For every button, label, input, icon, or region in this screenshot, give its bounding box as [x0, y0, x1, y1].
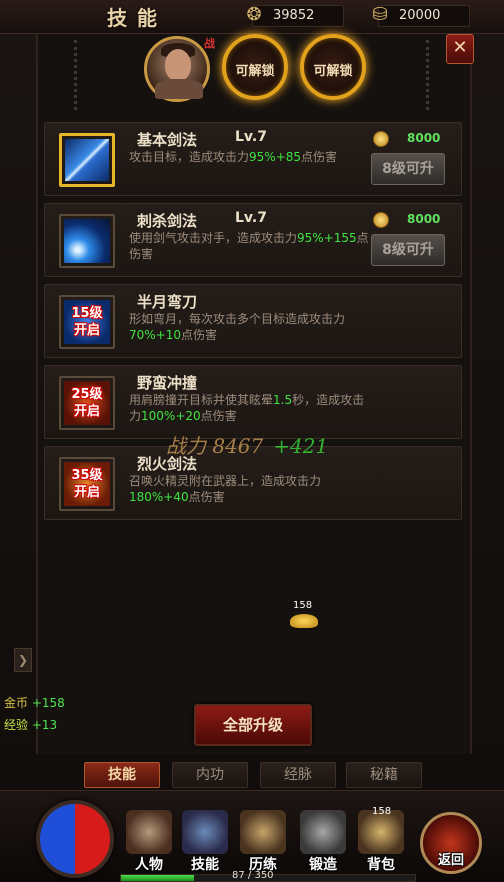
skill-cost: 8000 [407, 212, 441, 226]
savage-charge-icon[interactable]: 25级 开启 [59, 376, 115, 430]
anvil-icon [300, 810, 346, 854]
upgrade-all-button[interactable]: 全部升级 [194, 704, 312, 746]
top-bar: 技能 ❂ 39852 ⛁ 20000 [0, 0, 504, 34]
close-icon: ✕ [452, 37, 468, 58]
nav-skills[interactable]: 技能 [178, 810, 232, 876]
skill-level: Lv.7 [235, 129, 267, 145]
coin-icon [373, 212, 389, 228]
skill-name: 基本剑法 [137, 131, 198, 149]
upgrade-button[interactable]: 8级可升 [371, 234, 445, 266]
skill-row-basic-sword[interactable]: 基本剑法 Lv.7 攻击目标，造成攻击力95%+85点伤害 8000 8级可升 [44, 122, 462, 196]
return-button[interactable]: 返回 [420, 812, 482, 874]
nav-training[interactable]: 历练 [236, 810, 290, 876]
skill-name: 刺杀剑法 [137, 212, 198, 230]
skill-tabs: 技能 内功 经脉 秘籍 [84, 762, 424, 790]
nav-forge[interactable]: 锻造 [296, 810, 350, 876]
exp-text: 87 / 350 [232, 870, 274, 881]
chain-right [426, 40, 434, 110]
chain-left [74, 40, 82, 110]
character-icon [126, 810, 172, 854]
unlock-slot-1[interactable]: 可解锁 [222, 34, 288, 100]
skill-desc: 使用剑气攻击对手，造成攻击力95%+155点伤害 [129, 231, 369, 261]
character-avatar[interactable]: 战 [144, 36, 215, 102]
flame-sword-icon[interactable]: 35级 开启 [59, 457, 115, 511]
skill-row-half-moon[interactable]: 15级 开启 半月弯刀 形如弯月，每次攻击多个目标造成攻击力70%+10点伤害 [44, 284, 462, 358]
tab-inner-power[interactable]: 内功 [172, 762, 248, 788]
gold-coin-icon: ❂ [246, 4, 262, 25]
skill-level: Lv.7 [235, 210, 267, 226]
skill-desc: 形如弯月，每次攻击多个目标造成攻击力70%+10点伤害 [129, 312, 346, 342]
skill-row-assassin-sword[interactable]: 刺杀剑法 Lv.7 使用剑气攻击对手，造成攻击力95%+155点伤害 8000 … [44, 203, 462, 277]
gold-drop[interactable]: 158 [290, 600, 320, 630]
unlock-slot-2[interactable]: 可解锁 [300, 34, 366, 100]
ingot-counter: ⛁ 20000 [372, 4, 470, 27]
exp-gain-log: 经验 +13 [4, 718, 58, 732]
yin-yang-orb-icon[interactable] [36, 800, 114, 878]
gold-pile-icon [290, 614, 318, 628]
upgrade-button[interactable]: 8级可升 [371, 153, 445, 185]
gold-gain-log: 金币 +158 [4, 696, 65, 710]
skill-cost: 8000 [407, 131, 441, 145]
tab-meridians[interactable]: 经脉 [260, 762, 336, 788]
expand-arrow-icon[interactable]: ❯ [14, 648, 32, 672]
skill-book-icon [182, 810, 228, 854]
skill-name: 野蛮冲撞 [137, 374, 198, 392]
tab-secret-books[interactable]: 秘籍 [346, 762, 422, 788]
skill-name: 半月弯刀 [137, 293, 198, 311]
page-title: 技能 [107, 6, 167, 30]
skill-desc: 召唤火精灵附在武器上，造成攻击力180%+40点伤害 [129, 474, 322, 504]
basic-sword-icon[interactable] [59, 133, 115, 187]
nav-character[interactable]: 人物 [122, 810, 176, 876]
combat-power-popup: 战力 8467 +421 [166, 434, 329, 458]
close-button[interactable]: ✕ [446, 34, 474, 64]
bag-badge: 158 [372, 806, 392, 817]
skill-row-savage-charge[interactable]: 25级 开启 野蛮冲撞 用肩膀撞开目标并使其眩晕1.5秒，造成攻击力100%+20… [44, 365, 462, 439]
assassin-sword-icon[interactable] [59, 214, 115, 268]
skill-desc: 攻击目标，造成攻击力95%+85点伤害 [129, 150, 338, 164]
tab-skills[interactable]: 技能 [84, 762, 160, 788]
coin-icon [373, 131, 389, 147]
helmet-icon [240, 810, 286, 854]
avatar-tag: 战 [204, 37, 215, 50]
half-moon-icon[interactable]: 15级 开启 [59, 295, 115, 349]
nav-bag[interactable]: 158 背包 [354, 806, 408, 876]
skill-desc: 用肩膀撞开目标并使其眩晕1.5秒，造成攻击力100%+20点伤害 [129, 393, 365, 423]
gold-counter: ❂ 39852 [246, 4, 344, 27]
gold-value: 39852 [273, 8, 315, 23]
ingot-value: 20000 [399, 8, 441, 23]
ingot-icon: ⛁ [372, 4, 388, 25]
